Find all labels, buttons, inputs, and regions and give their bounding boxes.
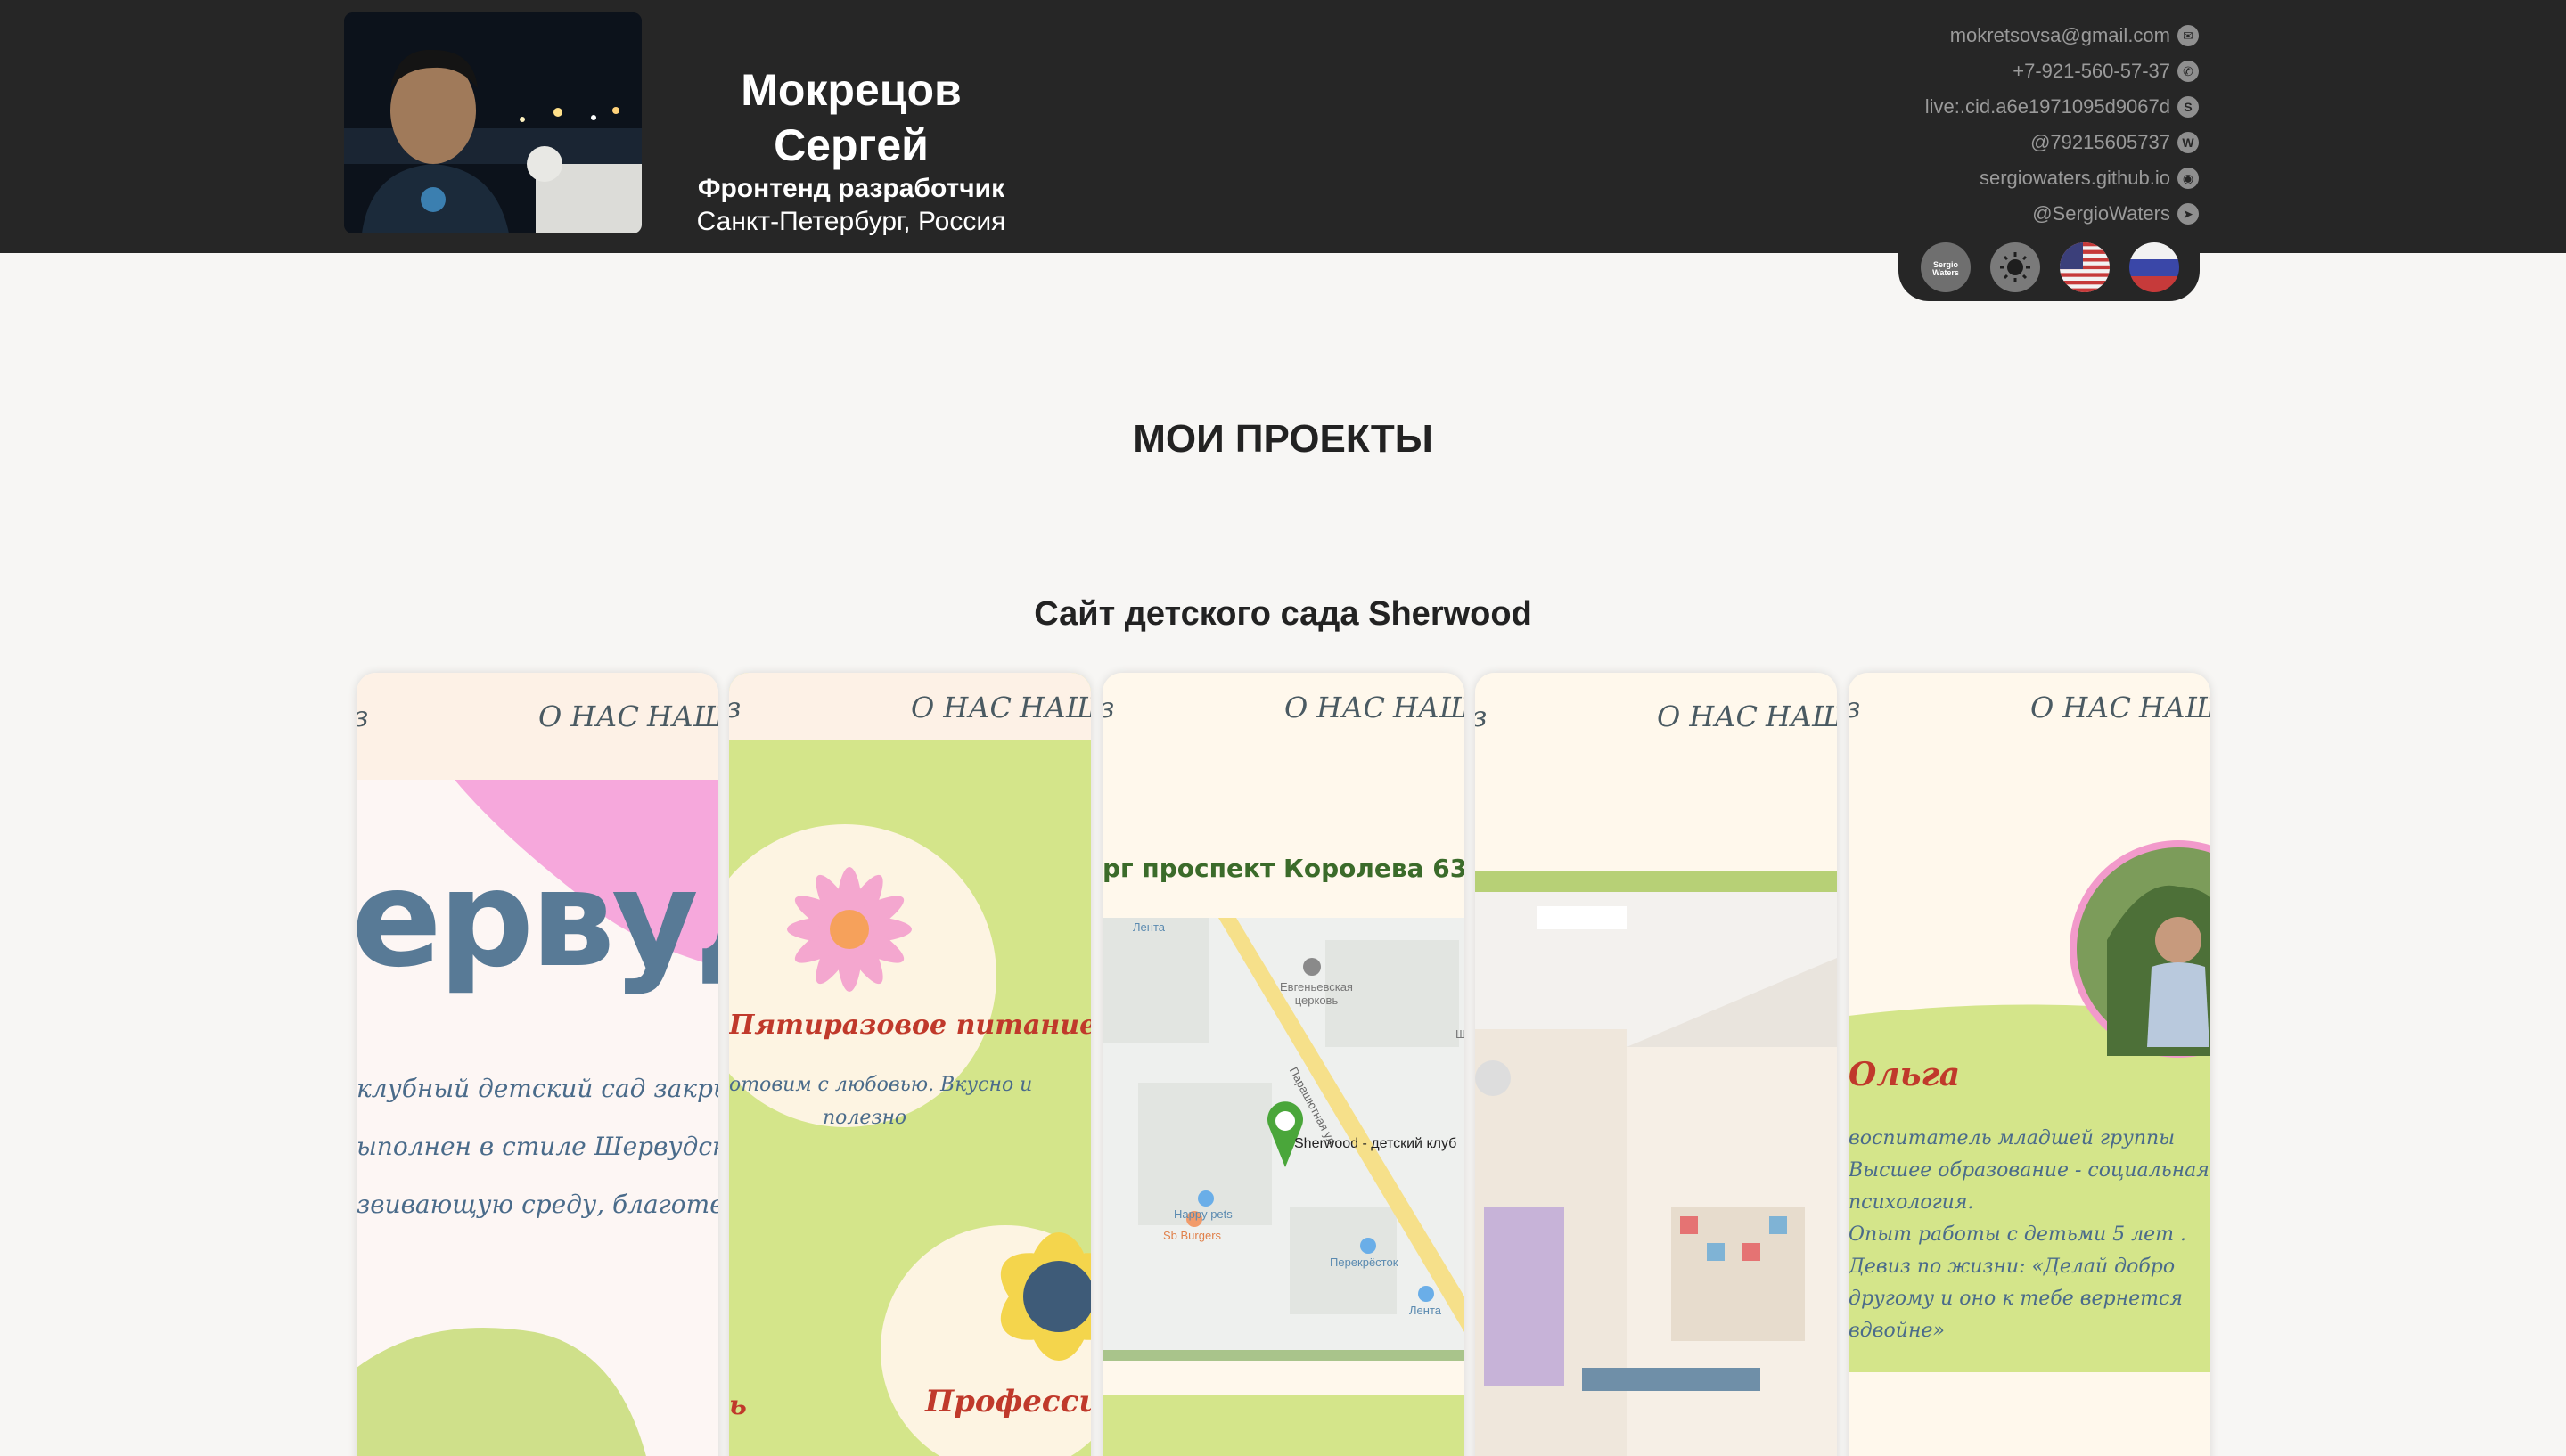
card-5-nav-item-0[interactable]: з: [1849, 691, 1860, 724]
theme-toggle-button[interactable]: [1990, 242, 2040, 292]
card-5-line-3: психология.: [1849, 1191, 1974, 1214]
card-3-nav-item-0[interactable]: з: [1103, 691, 1114, 724]
contact-email[interactable]: mokretsovsa@gmail.com ✉: [1575, 18, 2199, 53]
phone-icon[interactable]: ✆: [2177, 61, 2199, 82]
card-5-person-name: Ольга: [1849, 1056, 1961, 1093]
map-label-happy-pets: Happy pets: [1174, 1207, 1233, 1221]
contact-github[interactable]: sergiowaters.github.io ◉: [1575, 160, 2199, 196]
contact-list: mokretsovsa@gmail.com ✉ +7-921-560-57-37…: [1575, 18, 2199, 232]
site-header: Мокрецов Сергей Фронтенд разработчик Сан…: [0, 0, 2566, 253]
logo-text: Sergio Waters: [1921, 261, 1971, 277]
card-5-line-1: воспитатель младшей группы: [1849, 1127, 2176, 1149]
contact-phone[interactable]: +7-921-560-57-37 ✆: [1575, 53, 2199, 89]
contact-email-text[interactable]: mokretsovsa@gmail.com: [1950, 24, 2170, 47]
card-1-brand-text: ервуд: [357, 842, 718, 997]
contact-whatsapp-text[interactable]: @79215605737: [2030, 131, 2170, 154]
card-1-nav-item-0[interactable]: з: [357, 699, 368, 733]
card-2-line-1: отовим с любовью. Вкусно и: [729, 1074, 1033, 1096]
profile-photo: [344, 12, 642, 233]
card-4-nav-item-0[interactable]: з: [1475, 699, 1487, 733]
card-5-nav: з О НАС НАША: [1849, 691, 2210, 744]
contact-phone-text[interactable]: +7-921-560-57-37: [2013, 60, 2170, 83]
card-1-illustration: [357, 673, 718, 1456]
contact-whatsapp[interactable]: @79215605737 W: [1575, 125, 2199, 160]
card-1-line-2: ыполнен в стиле Шервудского лес: [357, 1132, 718, 1161]
logo-button[interactable]: Sergio Waters: [1921, 242, 1971, 292]
card-1-nav-item-our[interactable]: НАША: [647, 699, 718, 733]
card-2-heading: Пятиразовое питание: [729, 1010, 1091, 1041]
card-4-nav: з О НАС НАША: [1475, 699, 1837, 744]
card-2-nav: з О НАС НАША: [729, 691, 1091, 744]
card-5-line-5: Девиз по жизни: «Делай добро: [1849, 1256, 2176, 1278]
whatsapp-icon[interactable]: W: [2177, 132, 2199, 153]
card-2-nav-item-0[interactable]: з: [729, 691, 741, 724]
map-label-lenta-2: Лента: [1409, 1304, 1441, 1317]
telegram-icon[interactable]: ➤: [2177, 203, 2199, 225]
card-5-nav-item-our[interactable]: НАША: [2139, 691, 2210, 724]
card-5-line-7: вдвойне»: [1849, 1320, 1945, 1342]
card-4-nav-item-our[interactable]: НАША: [1766, 699, 1837, 733]
project-screenshot-2[interactable]: з О НАС НАША Пятиразовое питание отовим …: [729, 673, 1091, 1456]
card-5-line-6: другому и оно к тебе вернется: [1849, 1288, 2183, 1310]
contact-telegram[interactable]: @SergioWaters ➤: [1575, 196, 2199, 232]
skype-icon[interactable]: S: [2177, 96, 2199, 118]
card-2-heading-2: Профессион: [925, 1384, 1091, 1419]
project-title: Сайт детского сада Sherwood: [1034, 595, 1532, 633]
card-3-nav-item-our[interactable]: НАША: [1393, 691, 1464, 724]
card-5-line-4: Опыт работы с детьми 5 лет .: [1849, 1223, 2187, 1246]
card-3-nav-item-about[interactable]: О НАС: [1284, 691, 1385, 724]
card-3-nav: з О НАС НАША: [1103, 691, 1464, 744]
card-3-map: [1103, 673, 1464, 1456]
map-label-church: Евгеньевская церковь: [1280, 980, 1353, 1007]
section-title: МОИ ПРОЕКТЫ: [1133, 417, 1433, 461]
language-ru-button[interactable]: [2129, 242, 2179, 292]
card-4-nav-item-about[interactable]: О НАС: [1657, 699, 1758, 733]
profile-city: Санкт-Петербург, Россия: [696, 207, 1006, 236]
language-en-button[interactable]: [2060, 242, 2110, 292]
card-1-nav: з О НАС НАША: [357, 699, 718, 744]
card-5-nav-item-about[interactable]: О НАС: [2030, 691, 2131, 724]
contact-skype-text[interactable]: live:.cid.a6e1971095d9067d: [1925, 95, 2170, 119]
card-4-room-photo: [1475, 673, 1837, 1456]
project-screenshot-5[interactable]: з О НАС НАША Ольга воспитатель младшей г…: [1849, 673, 2210, 1456]
contact-skype[interactable]: live:.cid.a6e1971095d9067d S: [1575, 89, 2199, 125]
map-label-perekrestok: Перекрёсток: [1330, 1256, 1398, 1269]
card-2-illustration: [729, 673, 1091, 1456]
contact-github-text[interactable]: sergiowaters.github.io: [1980, 167, 2170, 190]
project-screenshot-4[interactable]: з О НАС НАША: [1475, 673, 1837, 1456]
card-5-line-2: Высшее образование - социальная: [1849, 1159, 2209, 1182]
profile-info: Мокрецов Сергей Фронтенд разработчик Сан…: [664, 62, 1038, 239]
card-2-nav-item-our[interactable]: НАША: [1020, 691, 1091, 724]
map-label-sherwood[interactable]: Sherwood - детский клуб: [1294, 1136, 1456, 1152]
logo-line-2: Waters: [1932, 268, 1959, 277]
contact-telegram-text[interactable]: @SergioWaters: [2032, 202, 2170, 225]
project-screenshot-3[interactable]: з О НАС НАША рг проспект Королева 63 кор…: [1103, 673, 1464, 1456]
card-2-nav-item-about[interactable]: О НАС: [911, 691, 1012, 724]
mail-icon[interactable]: ✉: [2177, 25, 2199, 46]
card-2-line-2: полезно: [823, 1107, 907, 1129]
project-screenshot-1[interactable]: з О НАС НАША ервуд клубный детский сад з…: [357, 673, 718, 1456]
profile-role: Фронтенд разработчик: [697, 174, 1005, 203]
card-1-nav-item-about[interactable]: О НАС: [538, 699, 639, 733]
us-flag-icon: [2060, 242, 2110, 292]
card-2-heading-extra: ь: [729, 1390, 747, 1421]
map-label-sh: Ш: [1455, 1027, 1464, 1041]
map-label-sb-burgers: Sb Burgers: [1163, 1229, 1222, 1242]
profile-name: Мокрецов Сергей: [741, 65, 962, 170]
ru-flag-icon: [2129, 242, 2179, 292]
map-label-lenta-1: Лента: [1133, 920, 1165, 934]
card-3-address: рг проспект Королева 63 кор: [1103, 854, 1464, 883]
sun-icon: [2000, 252, 2030, 282]
card-1-line-1: клубный детский сад закрытого т: [357, 1074, 718, 1103]
github-icon[interactable]: ◉: [2177, 168, 2199, 189]
card-1-line-3: звивающую среду, благотворно вл: [357, 1190, 718, 1219]
